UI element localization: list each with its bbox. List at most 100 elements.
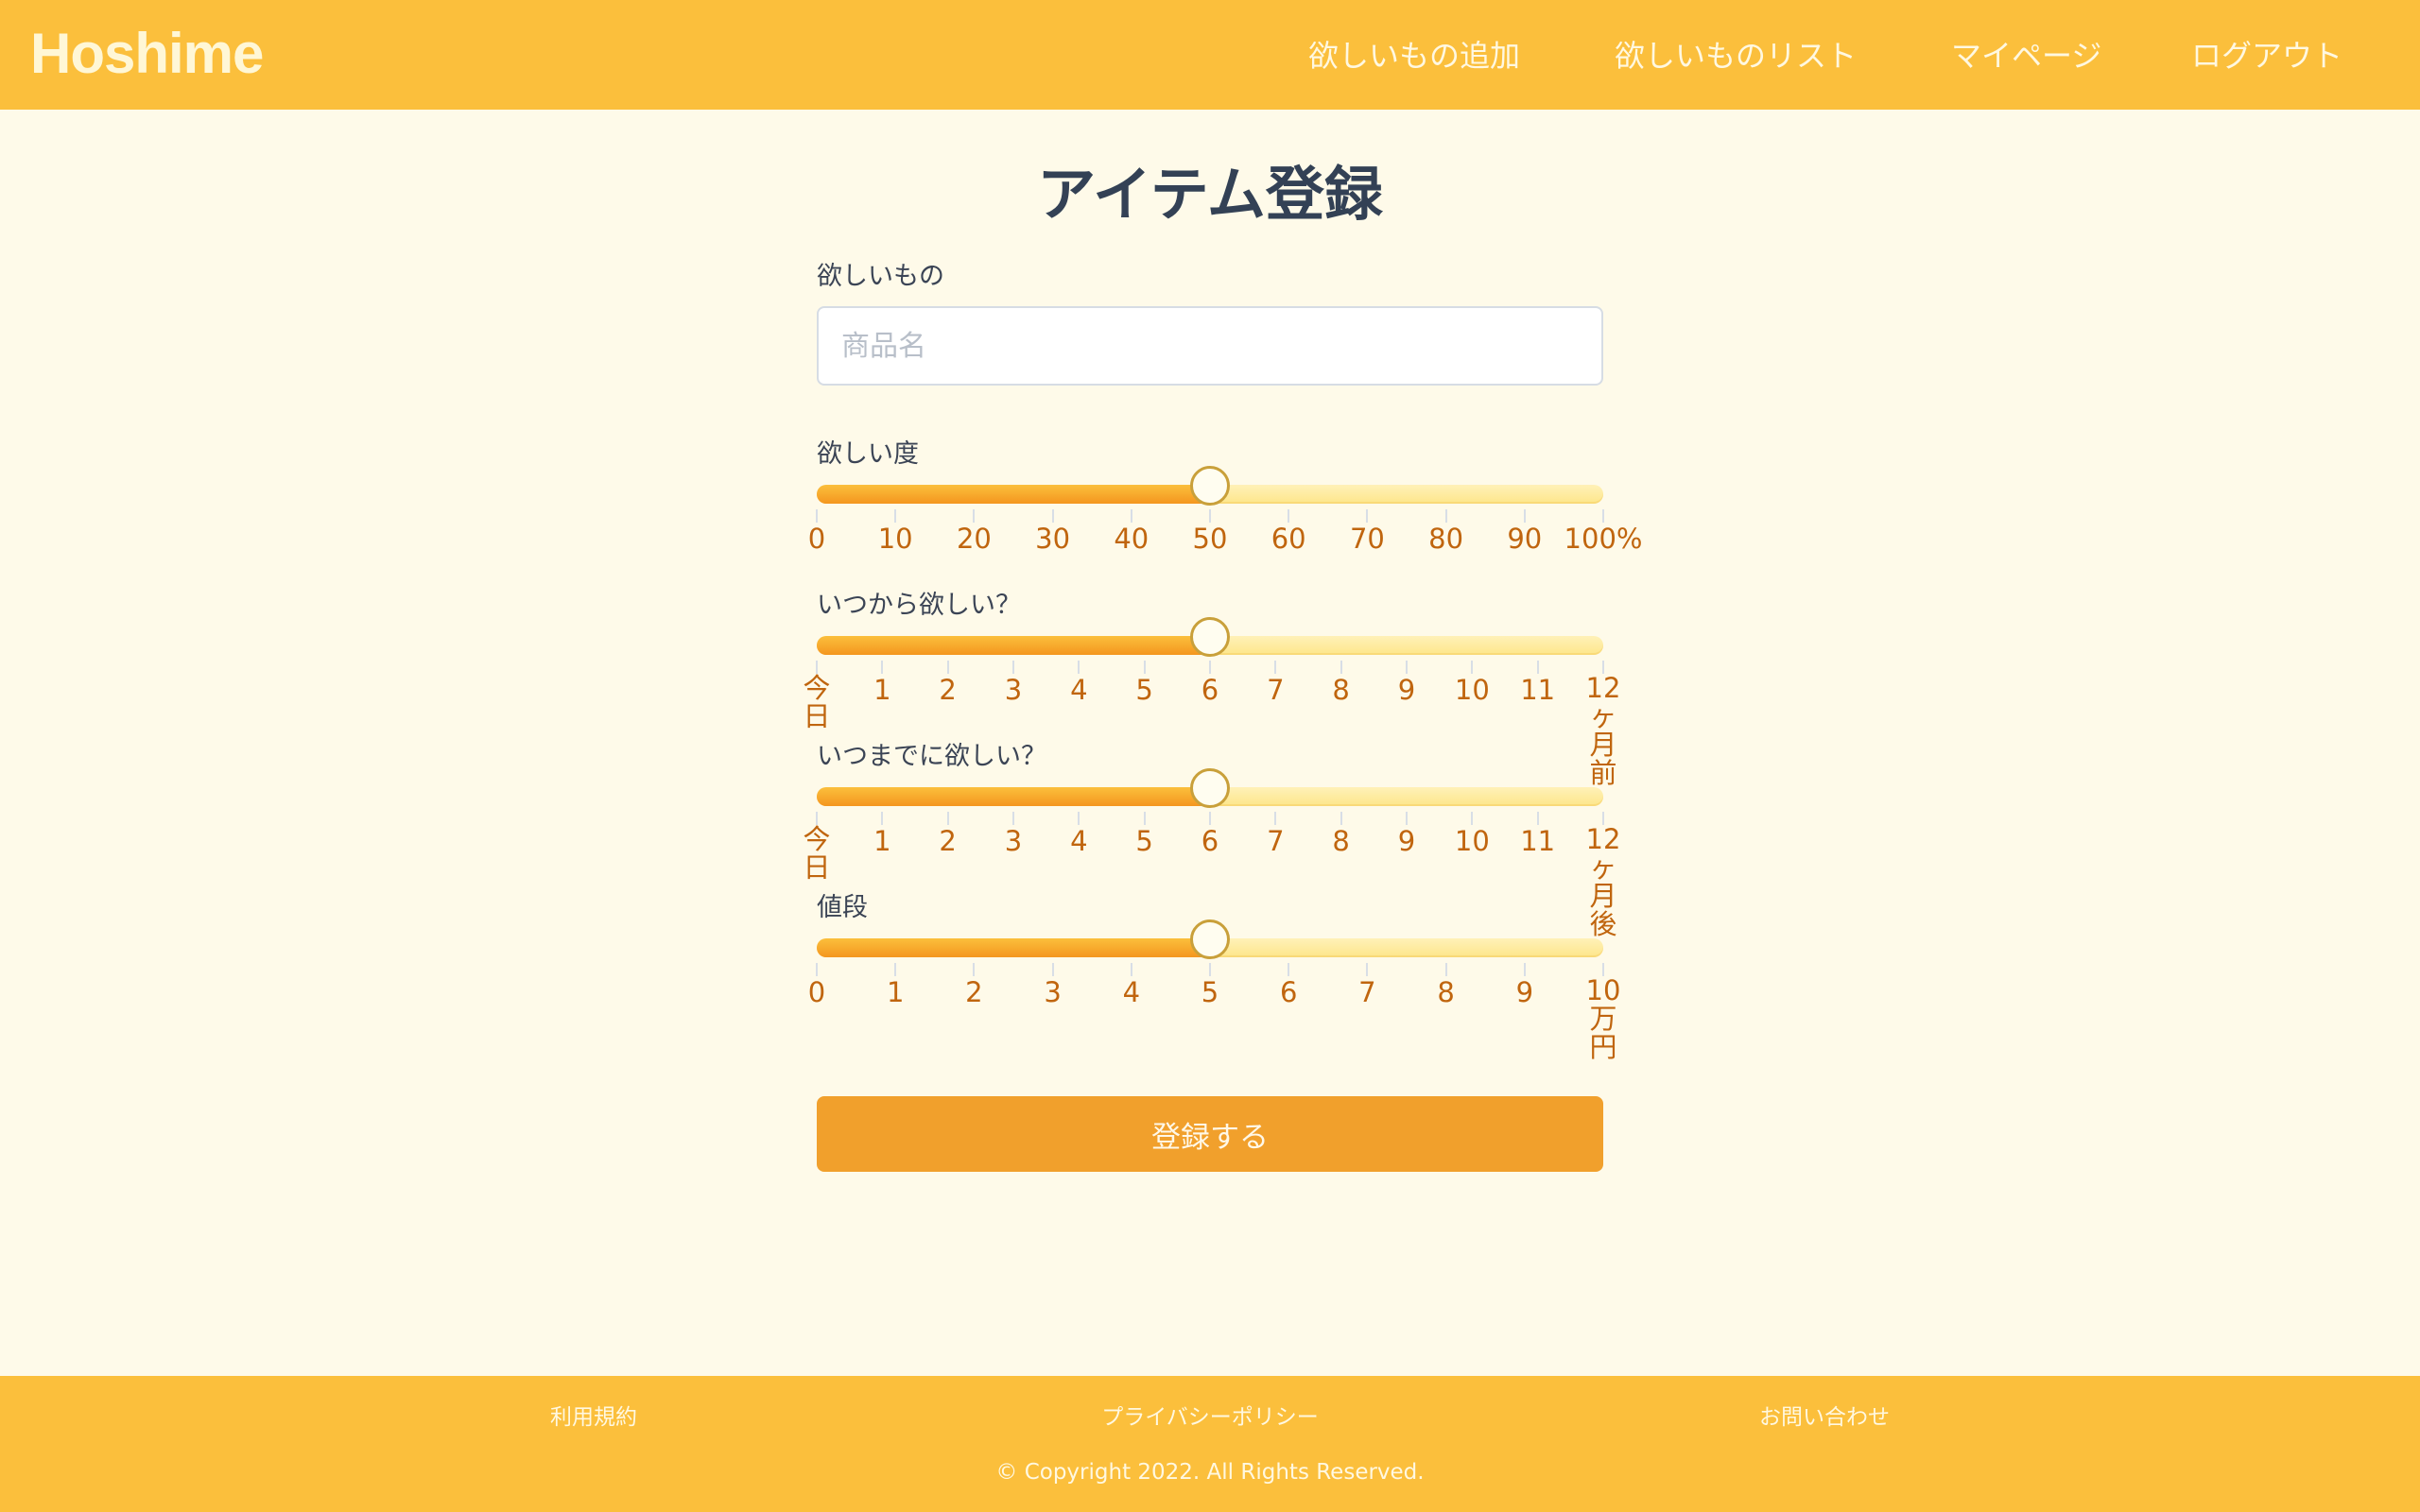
slider-tick-label: 6 <box>1201 825 1219 857</box>
slider-tick-label: 11 <box>1520 674 1556 706</box>
slider-fill <box>817 636 1210 655</box>
slider-tick-label: 5 <box>1135 674 1153 706</box>
slider-tick-label: 11 <box>1520 825 1556 857</box>
slider-tick <box>1209 812 1211 825</box>
want-level-label: 欲しい度 <box>817 439 919 469</box>
slider-thumb[interactable] <box>1190 919 1230 959</box>
slider-tick-label: 30 <box>1035 523 1071 555</box>
slider-tick-label: 5 <box>1201 976 1219 1008</box>
slider-tick <box>1274 812 1277 825</box>
slider-tick <box>1406 661 1408 674</box>
slider-tick-label: 10 <box>877 523 913 555</box>
slider-tick-label: 4 <box>1070 825 1088 857</box>
slider-tick <box>1602 509 1604 523</box>
slider-tick <box>1523 509 1526 523</box>
slider-tick <box>1143 812 1146 825</box>
slider-tick <box>894 509 897 523</box>
price-slider[interactable]: 0 1 2 3 4 5 6 7 8 9 10万円 <box>808 919 1620 1080</box>
slider-tick <box>1012 661 1014 674</box>
slider-tick-label: 1 <box>873 674 891 706</box>
slider-tick-label: 今日 <box>803 672 831 732</box>
slider-tick-label: 5 <box>1135 825 1153 857</box>
slider-tick <box>1523 963 1526 976</box>
slider-tick-label: 9 <box>1397 825 1416 857</box>
slider-tick <box>1078 812 1080 825</box>
slider-tick-label: 2 <box>965 976 983 1008</box>
slider-tick <box>1536 661 1539 674</box>
slider-thumb[interactable] <box>1190 466 1230 506</box>
footer-terms-link[interactable]: 利用規約 <box>550 1399 637 1431</box>
slider-tick <box>1143 661 1146 674</box>
slider-tick <box>1366 509 1369 523</box>
slider-tick-label: 80 <box>1428 523 1464 555</box>
slider-tick <box>894 963 897 976</box>
slider-tick <box>1209 509 1211 523</box>
slider-tick <box>1288 963 1290 976</box>
item-name-input[interactable] <box>817 306 1603 386</box>
slider-tick-label: 10万円 <box>1585 974 1621 1063</box>
slider-tick-label: 0 <box>807 976 826 1008</box>
slider-tick <box>881 812 884 825</box>
slider-tick-label: 3 <box>1004 674 1023 706</box>
slider-tick-label: 9 <box>1397 674 1416 706</box>
slider-fill <box>817 485 1210 504</box>
register-button[interactable]: 登録する <box>817 1096 1603 1172</box>
slider-tick <box>1471 812 1474 825</box>
nav-my-page[interactable]: マイページ <box>1951 32 2101 76</box>
nav-logout[interactable]: ログアウト <box>2191 32 2342 76</box>
slider-fill <box>817 787 1210 806</box>
slider-tick-label: 20 <box>956 523 992 555</box>
slider-thumb[interactable] <box>1190 617 1230 657</box>
slider-tick <box>881 661 884 674</box>
slider-tick <box>1471 661 1474 674</box>
nav-wish-list[interactable]: 欲しいものリスト <box>1615 32 1857 76</box>
slider-tick-label: 12ヶ月前 <box>1585 672 1621 789</box>
slider-tick <box>946 661 949 674</box>
copyright-text: © Copyright 2022. All Rights Reserved. <box>995 1460 1425 1485</box>
slider-tick-label: 6 <box>1201 674 1219 706</box>
slider-tick <box>1340 812 1342 825</box>
slider-tick <box>1051 509 1054 523</box>
slider-tick-label: 90 <box>1507 523 1543 555</box>
slider-tick <box>1209 963 1211 976</box>
slider-tick <box>946 812 949 825</box>
slider-tick-label: 8 <box>1332 825 1350 857</box>
slider-tick-label: 60 <box>1270 523 1306 555</box>
slider-tick <box>1366 963 1369 976</box>
slider-tick <box>1406 812 1408 825</box>
slider-tick-label: 4 <box>1122 976 1141 1008</box>
slider-tick <box>1130 509 1132 523</box>
slider-tick-label: 12ヶ月後 <box>1585 823 1621 940</box>
logo[interactable]: Hoshime <box>30 21 264 86</box>
slider-tick-label: 1 <box>873 825 891 857</box>
slider-tick-label: 3 <box>1044 976 1062 1008</box>
slider-tick <box>1209 661 1211 674</box>
slider-tick-label: 10 <box>1454 825 1490 857</box>
slider-tick <box>816 509 818 523</box>
slider-tick-label: 10 <box>1454 674 1490 706</box>
footer: 利用規約 プライバシーポリシー お問い合わせ © Copyright 2022.… <box>0 1376 2420 1512</box>
slider-tick-label: 4 <box>1070 674 1088 706</box>
slider-fill <box>817 938 1210 957</box>
slider-tick-label: 3 <box>1004 825 1023 857</box>
slider-tick <box>1051 963 1054 976</box>
slider-tick-label: 6 <box>1279 976 1298 1008</box>
slider-tick <box>1130 963 1132 976</box>
slider-tick-label: 8 <box>1437 976 1455 1008</box>
slider-tick <box>1012 812 1014 825</box>
footer-privacy-link[interactable]: プライバシーポリシー <box>1101 1399 1319 1431</box>
slider-tick-label: 2 <box>939 825 957 857</box>
slider-thumb[interactable] <box>1190 768 1230 808</box>
slider-tick-label: 50 <box>1192 523 1228 555</box>
until-when-slider[interactable]: 今日 1 2 3 4 5 6 7 8 9 10 11 12ヶ月後 <box>804 768 1620 938</box>
slider-tick-label: 1 <box>886 976 905 1008</box>
slider-tick-label: 8 <box>1332 674 1350 706</box>
slider-tick-label: 2 <box>939 674 957 706</box>
slider-tick-label: 7 <box>1267 825 1285 857</box>
footer-contact-link[interactable]: お問い合わせ <box>1759 1399 1890 1431</box>
item-register-form: 欲しいもの 欲しい度 0102030405060708090100% いつから欲… <box>804 0 1642 1370</box>
slider-tick <box>1444 963 1447 976</box>
slider-tick-label: 100% <box>1564 523 1643 555</box>
slider-tick-label: 40 <box>1114 523 1150 555</box>
slider-tick <box>816 963 818 976</box>
